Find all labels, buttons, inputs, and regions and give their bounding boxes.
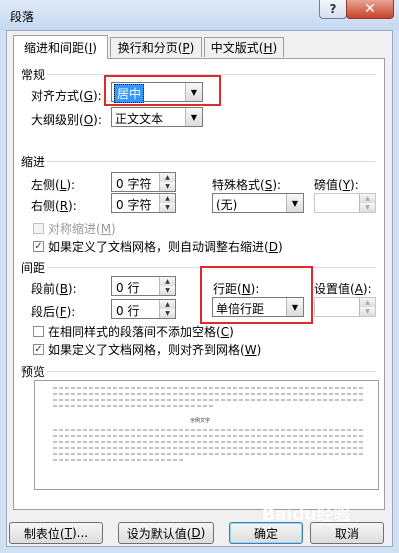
tab-line-page-breaks[interactable]: 换行和分页(P) bbox=[110, 37, 202, 57]
preview-line bbox=[53, 387, 363, 389]
preview-line bbox=[53, 393, 363, 395]
close-icon: ✕ bbox=[364, 1, 376, 17]
no-space-same-style-checkbox[interactable] bbox=[33, 326, 44, 337]
outline-level-select[interactable]: 正文文本 ▼ bbox=[111, 107, 203, 127]
preview-separator bbox=[47, 371, 376, 372]
preview-heading: 预览 bbox=[21, 365, 46, 379]
spin-down-icon[interactable]: ▼ bbox=[159, 286, 175, 295]
by-spinner[interactable]: ▲ ▼ bbox=[314, 193, 376, 213]
ok-button[interactable]: 确定 bbox=[229, 522, 303, 544]
special-format-select[interactable]: (无) ▼ bbox=[212, 193, 304, 213]
set-as-default-button[interactable]: 设为默认值(D) bbox=[118, 522, 214, 544]
preview-line bbox=[53, 435, 363, 437]
preview-line bbox=[53, 453, 363, 455]
help-button[interactable]: ? bbox=[319, 0, 347, 19]
outline-level-label: 大纲级别(O): bbox=[31, 113, 102, 127]
line-spacing-select[interactable]: 单倍行距 ▼ bbox=[212, 297, 304, 317]
space-before-label: 段前(B): bbox=[31, 282, 77, 296]
close-button[interactable]: ✕ bbox=[346, 0, 394, 19]
preview-line bbox=[53, 429, 363, 431]
mirror-indent-label: 对称缩进(M) bbox=[48, 222, 116, 236]
spin-down-icon[interactable]: ▼ bbox=[359, 307, 375, 316]
right-indent-label: 右侧(R): bbox=[31, 199, 77, 213]
chevron-down-icon: ▼ bbox=[185, 83, 202, 101]
no-space-same-style-label: 在相同样式的段落间不添加空格(C) bbox=[48, 325, 234, 339]
space-before-spinner[interactable]: 0 行 ▲ ▼ bbox=[111, 276, 176, 296]
watermark: Baidu经验 bbox=[262, 505, 351, 525]
left-indent-spinner[interactable]: 0 字符 ▲ ▼ bbox=[111, 172, 176, 192]
window-title: 段落 bbox=[10, 10, 35, 24]
tab-asian-typography[interactable]: 中文版式(H) bbox=[204, 37, 284, 57]
general-heading: 常规 bbox=[21, 68, 46, 82]
by-label: 磅值(Y): bbox=[314, 178, 359, 192]
preview-line bbox=[53, 405, 213, 407]
chevron-down-icon: ▼ bbox=[185, 108, 202, 126]
alignment-label: 对齐方式(G): bbox=[31, 89, 102, 103]
alignment-select[interactable]: 居中 ▼ bbox=[111, 82, 203, 103]
at-spinner[interactable]: ▲ ▼ bbox=[314, 297, 376, 317]
spacing-heading: 间距 bbox=[21, 261, 46, 275]
preview-sample-text: 示例文字 bbox=[190, 418, 211, 424]
auto-adjust-right-indent-label: 如果定义了文档网格，则自动调整右缩进(D) bbox=[48, 240, 283, 254]
indent-separator bbox=[47, 161, 376, 162]
space-after-label: 段后(F): bbox=[31, 305, 76, 319]
preview-line bbox=[53, 399, 363, 401]
spin-down-icon[interactable]: ▼ bbox=[159, 309, 175, 318]
mirror-indent-checkbox[interactable] bbox=[33, 223, 44, 234]
line-spacing-label: 行距(N): bbox=[213, 282, 260, 296]
chevron-down-icon: ▼ bbox=[286, 194, 303, 212]
cancel-button[interactable]: 取消 bbox=[310, 522, 384, 544]
space-after-spinner[interactable]: 0 行 ▲ ▼ bbox=[111, 299, 176, 319]
indent-heading: 缩进 bbox=[21, 155, 46, 169]
snap-to-grid-label: 如果定义了文档网格，则对齐到网格(W) bbox=[48, 343, 262, 357]
snap-to-grid-checkbox[interactable]: ✓ bbox=[33, 344, 44, 355]
preview-line bbox=[53, 447, 363, 449]
auto-adjust-right-indent-checkbox[interactable]: ✓ bbox=[33, 241, 44, 252]
spin-down-icon[interactable]: ▼ bbox=[359, 203, 375, 212]
preview-line bbox=[53, 459, 183, 461]
spin-down-icon[interactable]: ▼ bbox=[159, 182, 175, 191]
special-format-label: 特殊格式(S): bbox=[212, 178, 282, 192]
preview-line bbox=[53, 441, 363, 443]
tabs-button[interactable]: 制表位(T)... bbox=[9, 522, 103, 544]
chevron-down-icon: ▼ bbox=[286, 298, 303, 316]
right-indent-spinner[interactable]: 0 字符 ▲ ▼ bbox=[111, 193, 176, 213]
preview-pane: 示例文字 bbox=[34, 380, 379, 490]
at-label: 设置值(A): bbox=[314, 282, 372, 296]
spin-down-icon[interactable]: ▼ bbox=[159, 203, 175, 212]
tab-indent-spacing[interactable]: 缩进和间距(I) bbox=[13, 35, 108, 59]
left-indent-label: 左侧(L): bbox=[31, 178, 76, 192]
